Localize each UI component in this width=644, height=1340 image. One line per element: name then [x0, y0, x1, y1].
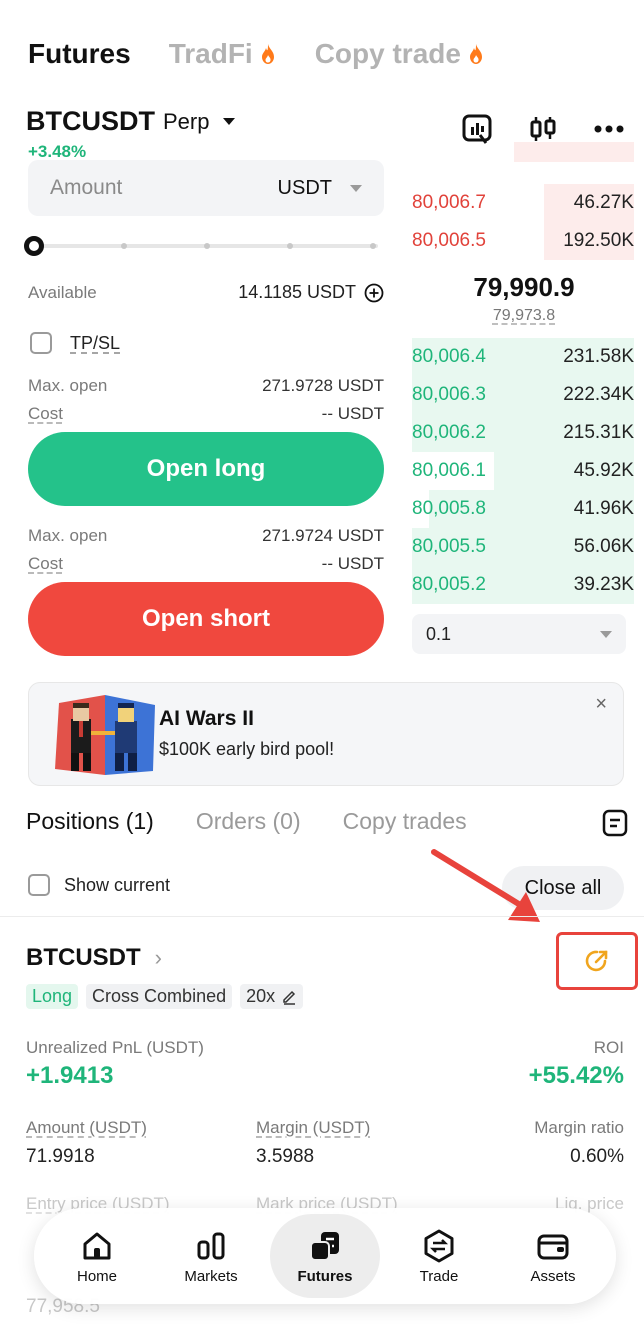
history-notes-icon[interactable]: [600, 808, 630, 838]
trade-icon: [424, 1229, 454, 1262]
promo-banner[interactable]: AI Wars II $100K early bird pool! ×: [28, 682, 624, 786]
tab-futures[interactable]: Futures: [28, 38, 131, 70]
divider: [0, 916, 644, 917]
futures-icon: [310, 1231, 339, 1261]
order-book-bid-row[interactable]: 80,006.4 231.58K: [412, 338, 634, 376]
roi-value: +55.42%: [528, 1062, 624, 1089]
leverage-tag[interactable]: 20x: [240, 984, 304, 1009]
chevron-right-icon: ›: [154, 945, 162, 970]
nav-assets[interactable]: Assets: [498, 1214, 608, 1298]
amount-unit-selector[interactable]: USDT: [278, 177, 362, 200]
tpsl-label: TP/SL: [70, 332, 121, 353]
pair-type: Perp: [163, 108, 210, 134]
more-icon[interactable]: [592, 112, 626, 146]
available-value: 14.1185 USDT: [238, 282, 356, 302]
position-tags: Long Cross Combined 20x: [26, 984, 304, 1009]
tpsl-checkbox[interactable]: [30, 332, 52, 354]
bottom-nav: Home Markets Futures Trade Assets: [34, 1208, 616, 1304]
pair-name: BTCUSDT: [26, 106, 155, 136]
tab-positions[interactable]: Positions (1): [26, 808, 154, 835]
long-max-open-row: Max. open 271.9728 USDT: [28, 376, 384, 395]
margin-ratio-value: 0.60%: [570, 1146, 624, 1167]
pair-selector[interactable]: BTCUSDT Perp: [26, 106, 236, 137]
order-book-ask-row[interactable]: [412, 142, 634, 162]
positions-tabs: Positions (1) Orders (0) Copy trades: [26, 808, 467, 835]
amount-placeholder: Amount: [50, 176, 123, 199]
tab-tradfi[interactable]: TradFi: [169, 38, 277, 70]
amount-value: 71.9918: [26, 1146, 95, 1167]
chevron-down-icon: [350, 184, 362, 192]
tpsl-toggle[interactable]: TP/SL: [30, 332, 120, 354]
margin-ratio-label: Margin ratio: [534, 1118, 624, 1137]
mark-price: 79,973.8: [492, 307, 556, 324]
amount-label: Amount (USDT): [26, 1118, 147, 1137]
slider-step[interactable]: [287, 243, 293, 249]
open-long-button[interactable]: Open long: [28, 432, 384, 506]
banner-subtitle: $100K early bird pool!: [159, 739, 335, 759]
amount-slider[interactable]: [24, 236, 380, 256]
tab-copy-trades[interactable]: Copy trades: [343, 808, 467, 835]
margin-value: 3.5988: [256, 1146, 315, 1167]
show-current-toggle[interactable]: Show current: [28, 874, 170, 896]
order-book-ask-row[interactable]: 80,006.7 46.27K: [412, 184, 634, 222]
order-book-bid-row[interactable]: 80,005.5 56.06K: [412, 528, 634, 566]
margin-label: Margin (USDT): [256, 1118, 371, 1137]
fire-icon: [261, 44, 274, 64]
long-cost-row: Cost -- USDT: [28, 404, 384, 423]
position-symbol[interactable]: BTCUSDT ›: [26, 944, 162, 972]
chevron-down-icon: [223, 118, 236, 125]
wallet-icon: [537, 1234, 569, 1259]
order-book-bid-row[interactable]: 80,005.8 41.96K: [412, 490, 634, 528]
highlight-arrow: [431, 849, 540, 922]
tab-copy-trade[interactable]: Copy trade: [315, 38, 485, 70]
slider-step[interactable]: [204, 243, 210, 249]
top-tabs: Futures TradFi Copy trade: [28, 38, 485, 70]
fire-icon: [469, 44, 482, 64]
depth-step-select[interactable]: 0.1: [412, 614, 626, 654]
price-change: +3.48%: [28, 142, 87, 161]
show-current-checkbox[interactable]: [28, 874, 50, 896]
slider-step[interactable]: [121, 243, 127, 249]
header-actions: [460, 112, 626, 146]
order-book-bid-row[interactable]: 80,006.3 222.34K: [412, 376, 634, 414]
order-book-bid-row[interactable]: 80,006.1 45.92K: [412, 452, 634, 490]
edit-icon: [283, 990, 296, 1005]
short-cost-row: Cost -- USDT: [28, 554, 384, 573]
nav-trade[interactable]: Trade: [384, 1214, 494, 1298]
chart-overlay-icon[interactable]: [460, 112, 494, 146]
share-icon: [585, 950, 608, 972]
nav-markets[interactable]: Markets: [156, 1214, 266, 1298]
slider-step[interactable]: [370, 243, 376, 249]
order-book-bid-row[interactable]: 80,006.2 215.31K: [412, 414, 634, 452]
share-button[interactable]: [556, 932, 638, 990]
short-max-open-row: Max. open 271.9724 USDT: [28, 526, 384, 545]
candlestick-icon[interactable]: [526, 112, 560, 146]
banner-title: AI Wars II: [159, 707, 254, 730]
order-book-ask-row[interactable]: 80,006.5 192.50K: [412, 222, 634, 260]
amount-input[interactable]: Amount USDT: [28, 160, 384, 216]
nav-futures[interactable]: Futures: [270, 1214, 380, 1298]
home-icon: [83, 1232, 111, 1259]
last-price: 79,990.9: [473, 272, 575, 302]
add-circle-icon[interactable]: [364, 283, 384, 303]
last-price-block[interactable]: 79,990.9 79,973.8: [404, 272, 644, 325]
available-row: Available 14.1185 USDT: [28, 282, 384, 303]
roi-label: ROI: [593, 1038, 624, 1057]
tab-orders[interactable]: Orders (0): [196, 808, 301, 835]
unrealized-pnl-value: +1.9413: [26, 1062, 114, 1089]
side-tag: Long: [26, 984, 79, 1009]
open-short-button[interactable]: Open short: [28, 582, 384, 656]
markets-icon: [197, 1232, 225, 1259]
order-book-bid-row[interactable]: 80,005.2 39.23K: [412, 566, 634, 604]
margin-mode-tag: Cross Combined: [86, 984, 233, 1009]
unrealized-pnl-label: Unrealized PnL (USDT): [26, 1038, 204, 1057]
chevron-down-icon: [600, 630, 612, 638]
promo-image: [55, 695, 155, 775]
nav-home[interactable]: Home: [42, 1214, 152, 1298]
close-icon[interactable]: ×: [595, 693, 607, 716]
slider-knob[interactable]: [24, 236, 44, 256]
